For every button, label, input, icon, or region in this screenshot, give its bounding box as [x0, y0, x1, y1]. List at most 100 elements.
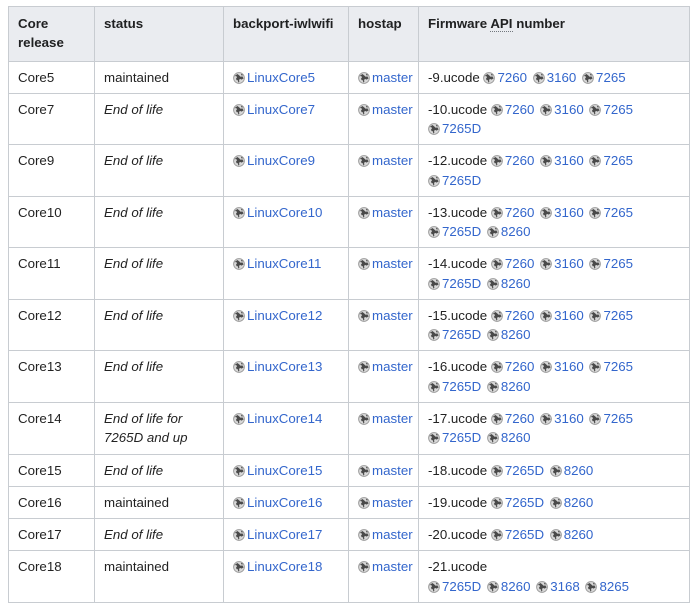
firmware-link[interactable]: 7265D: [491, 527, 544, 542]
firmware-link[interactable]: 3160: [540, 153, 584, 168]
backport-link[interactable]: LinuxCore7: [233, 102, 315, 117]
firmware-link[interactable]: 3160: [540, 205, 584, 220]
firmware-link[interactable]: 7260: [491, 101, 535, 117]
firmware-link[interactable]: 7265D: [428, 430, 481, 445]
firmware-link-label: 7265D: [442, 578, 482, 594]
firmware-link[interactable]: 7260: [491, 411, 534, 426]
table-row: Core11 End of life LinuxCore11 master -14.uc…: [8, 247, 690, 300]
cell-status: End of life: [94, 144, 224, 197]
hostap-link[interactable]: master: [358, 359, 413, 374]
firmware-link[interactable]: 8260: [549, 527, 593, 542]
backport-link[interactable]: LinuxCore13: [233, 359, 322, 374]
firmware-link[interactable]: 7260: [491, 308, 534, 323]
globe-icon: [358, 496, 370, 509]
firmware-link[interactable]: 8260: [487, 224, 530, 239]
firmware-link[interactable]: 7260: [483, 70, 527, 85]
globe-icon: [585, 580, 598, 593]
cell-hostap: master: [348, 92, 419, 146]
firmware-link[interactable]: 7260: [491, 359, 534, 374]
firmware-link[interactable]: 7265D: [428, 327, 481, 342]
firmware-link[interactable]: 7265: [589, 411, 633, 426]
cell-backport-iwlwifi: LinuxCore16: [223, 485, 349, 520]
globe-icon: [549, 496, 562, 509]
hostap-link[interactable]: master: [358, 153, 413, 168]
firmware-link[interactable]: 7265: [582, 70, 626, 85]
firmware-link[interactable]: 3160: [540, 359, 584, 374]
firmware-link-item: 3168: [536, 579, 580, 594]
firmware-link[interactable]: 7265: [589, 102, 633, 117]
firmware-link[interactable]: 3160: [540, 102, 584, 117]
firmware-link[interactable]: 8260: [487, 579, 530, 594]
hostap-link[interactable]: master: [358, 308, 413, 323]
backport-link-label: LinuxCore15: [247, 462, 323, 478]
hostap-link-label: master: [372, 527, 413, 543]
firmware-link-label: 7260: [504, 101, 535, 117]
firmware-link[interactable]: 7265D: [428, 379, 481, 394]
globe-icon: [428, 277, 440, 290]
firmware-link[interactable]: 7260: [491, 256, 534, 271]
hostap-link[interactable]: master: [358, 495, 413, 510]
globe-icon: [549, 464, 562, 477]
cell-core-release: Core9: [8, 144, 95, 197]
hostap-link[interactable]: master: [358, 559, 413, 574]
cell-status: End of life: [94, 453, 224, 487]
cell-backport-iwlwifi: LinuxCore12: [223, 298, 349, 352]
firmware-link[interactable]: 7265D: [491, 463, 544, 478]
backport-link[interactable]: LinuxCore5: [233, 70, 315, 85]
firmware-link[interactable]: 8265: [585, 579, 629, 594]
firmware-link[interactable]: 3160: [532, 70, 576, 85]
hostap-link[interactable]: master: [358, 527, 413, 542]
backport-link[interactable]: LinuxCore15: [233, 463, 322, 478]
firmware-link[interactable]: 8260: [487, 327, 531, 343]
cell-firmware-api-number: -19.ucode 7265D 8260: [418, 485, 690, 520]
firmware-link[interactable]: 7260: [491, 153, 534, 168]
backport-link-label: LinuxCore18: [247, 559, 323, 575]
firmware-link[interactable]: 7265D: [428, 121, 481, 136]
firmware-link[interactable]: 7265D: [428, 276, 481, 291]
hostap-link[interactable]: master: [358, 205, 413, 220]
firmware-link[interactable]: 7265: [589, 205, 633, 220]
cell-hostap: master: [348, 298, 419, 352]
firmware-link[interactable]: 8260: [549, 463, 593, 478]
globe-icon: [233, 561, 245, 574]
table-row: Core16 maintained LinuxCore16 master -19.uco…: [8, 485, 690, 520]
firmware-link[interactable]: 7265: [589, 153, 633, 168]
cell-hostap: master: [348, 350, 419, 403]
backport-link[interactable]: LinuxCore12: [233, 308, 322, 323]
firmware-link[interactable]: 3160: [540, 411, 584, 426]
firmware-link-label: 8260: [500, 327, 531, 343]
hostap-link[interactable]: master: [358, 102, 413, 117]
hostap-link[interactable]: master: [358, 411, 413, 426]
backport-link[interactable]: LinuxCore10: [233, 205, 322, 220]
backport-link[interactable]: LinuxCore16: [233, 495, 322, 510]
firmware-link[interactable]: 3160: [540, 256, 584, 271]
firmware-link[interactable]: 8260: [487, 379, 530, 394]
hostap-link[interactable]: master: [358, 70, 413, 85]
cell-firmware-api-number: -10.ucode 7260 3160 7265 7265D: [418, 92, 690, 146]
backport-link[interactable]: LinuxCore14: [233, 411, 322, 426]
firmware-link-item: 3160: [540, 359, 584, 374]
firmware-link[interactable]: 8260: [549, 495, 593, 510]
firmware-link[interactable]: 3160: [540, 308, 584, 323]
firmware-link[interactable]: 8260: [487, 430, 530, 445]
firmware-link[interactable]: 8260: [487, 276, 530, 291]
firmware-link[interactable]: 7265D: [491, 495, 544, 510]
firmware-link[interactable]: 3168: [536, 579, 580, 594]
backport-link[interactable]: LinuxCore18: [233, 559, 322, 574]
backport-link[interactable]: LinuxCore17: [233, 527, 322, 542]
firmware-link[interactable]: 7260: [491, 205, 534, 220]
cell-status: End of life: [94, 195, 224, 249]
firmware-link[interactable]: 7265D: [428, 579, 481, 594]
firmware-link-label: 7265D: [442, 430, 482, 446]
hostap-link[interactable]: master: [358, 463, 413, 478]
backport-link[interactable]: LinuxCore11: [233, 256, 321, 271]
firmware-link[interactable]: 7265: [589, 359, 633, 374]
firmware-link[interactable]: 7265: [589, 308, 633, 323]
firmware-link[interactable]: 7265D: [428, 173, 481, 188]
column-header-backport-iwlwifi: backport-iwlwifi: [223, 6, 349, 62]
firmware-link[interactable]: 7265D: [428, 224, 481, 239]
backport-link[interactable]: LinuxCore9: [233, 153, 315, 168]
table-body: Core5 maintained LinuxCore5 master -9.ucode …: [8, 60, 690, 603]
firmware-link[interactable]: 7265: [589, 256, 633, 271]
hostap-link[interactable]: master: [358, 256, 413, 271]
